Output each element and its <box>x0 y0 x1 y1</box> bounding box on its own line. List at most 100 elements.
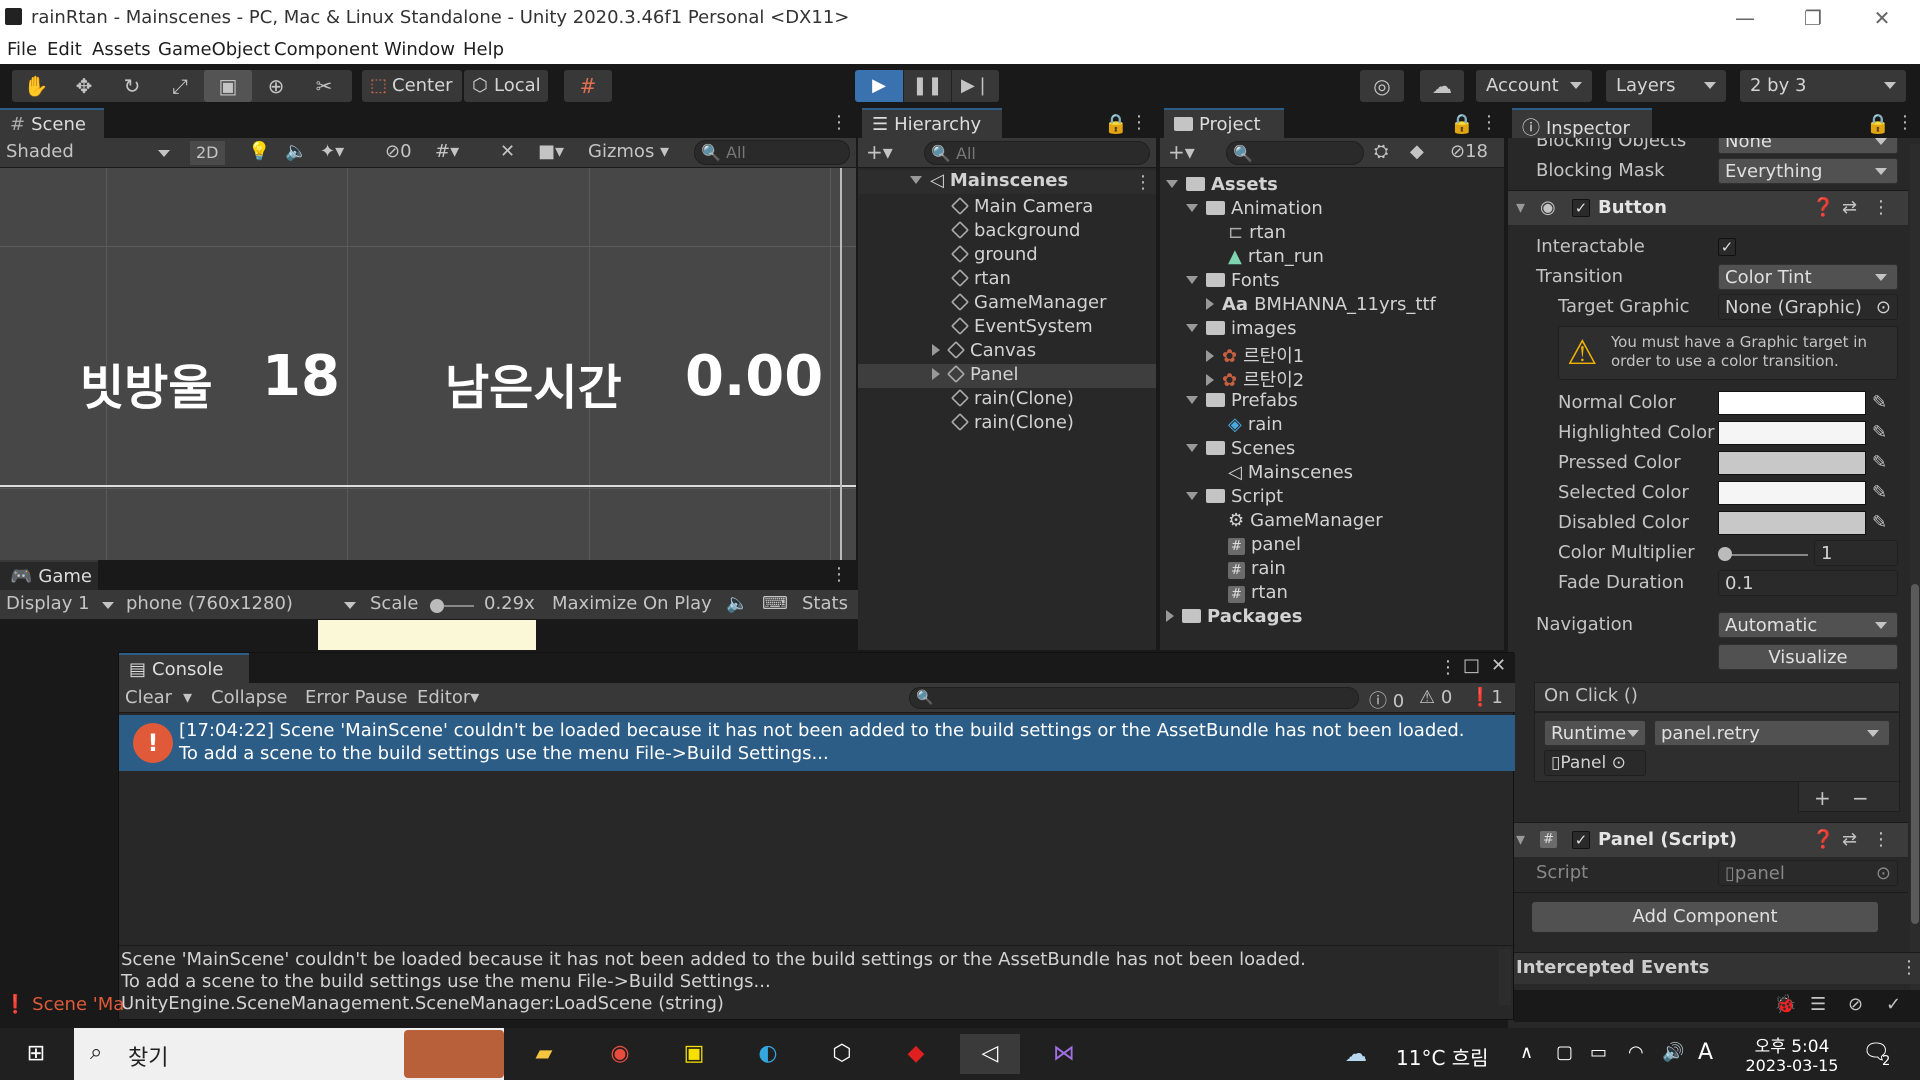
scene-row-menu-icon[interactable]: ⋮ <box>1134 172 1152 193</box>
check-icon[interactable]: ✓ <box>1886 994 1901 1015</box>
expand-arrow-icon[interactable] <box>1206 350 1214 362</box>
visualize-button[interactable]: Visualize <box>1718 644 1898 670</box>
wifi-icon[interactable]: ◠ <box>1628 1042 1644 1063</box>
grid-toggle-icon[interactable]: #▾ <box>435 141 459 162</box>
eyedropper-icon[interactable]: ✎ <box>1872 422 1887 443</box>
collapse-button[interactable]: Collapse <box>211 687 288 708</box>
highlighted-color-swatch[interactable] <box>1718 421 1866 445</box>
lock-icon[interactable]: 🔒 <box>1104 112 1128 135</box>
editor-dropdown[interactable]: Editor▾ <box>417 687 479 708</box>
play-button[interactable]: ▶ <box>855 70 903 102</box>
weather-text[interactable]: 11°C 흐림 <box>1396 1042 1489 1071</box>
list-item[interactable]: ◈ rain <box>1228 414 1283 435</box>
preset-icon[interactable]: ⇄ <box>1842 197 1857 218</box>
console-menu-icon[interactable]: ⋮ <box>1439 657 1457 678</box>
blocking-mask-dropdown[interactable]: Everything <box>1718 158 1898 184</box>
tab-console[interactable]: ▤ Console <box>119 653 249 683</box>
color-multiplier-input[interactable]: 1 <box>1814 540 1898 566</box>
list-item[interactable]: # rain <box>1228 558 1286 579</box>
project-menu-icon[interactable]: ⋮ <box>1480 112 1498 133</box>
error-pause-button[interactable]: Error Pause <box>305 687 408 708</box>
tab-hierarchy[interactable]: ☰ Hierarchy <box>862 108 1002 138</box>
folder-assets[interactable]: Assets <box>1166 174 1278 195</box>
pause-button[interactable]: ❚❚ <box>903 70 951 102</box>
gizmos-dropdown[interactable]: Gizmos ▾ <box>588 141 669 162</box>
color-multiplier-thumb[interactable] <box>1718 547 1732 561</box>
folder-scenes[interactable]: Scenes <box>1186 438 1295 459</box>
pressed-color-swatch[interactable] <box>1718 451 1866 475</box>
search-by-label-icon[interactable]: ◆ <box>1410 141 1424 162</box>
hidden-packages-icon[interactable]: ⊘18 <box>1450 141 1488 162</box>
inspector-scrollbar[interactable] <box>1910 144 1920 994</box>
unity-editor-icon[interactable]: ◁ <box>960 1034 1020 1074</box>
tools-icon[interactable]: ✕ <box>500 141 515 162</box>
panel-script-enabled-checkbox[interactable]: ✓ <box>1572 831 1590 849</box>
create-asset-icon[interactable]: +▾ <box>1168 140 1195 164</box>
audio-toggle-icon[interactable]: 🔈 <box>285 141 307 162</box>
list-item[interactable]: Aa BMHANNA_11yrs_ttf <box>1206 294 1436 315</box>
normal-color-swatch[interactable] <box>1718 391 1866 415</box>
taskbar-search[interactable]: ⌕ 찾기 <box>74 1028 504 1080</box>
folder-prefabs[interactable]: Prefabs <box>1186 390 1298 411</box>
tray-device-icon[interactable]: ▢ <box>1556 1042 1573 1063</box>
events-menu-icon[interactable]: ⋮ <box>1900 957 1918 978</box>
pivot-local-button[interactable]: ⬡ Local <box>464 70 548 102</box>
button-enabled-checkbox[interactable]: ✓ <box>1572 199 1590 217</box>
list-item[interactable]: # rtan <box>1228 582 1288 603</box>
scrollbar-thumb[interactable] <box>1911 584 1919 924</box>
console-entry-selected[interactable]: ! [17:04:22] Scene 'MainScene' couldn't … <box>119 715 1515 771</box>
move-tool-icon[interactable]: ✥ <box>60 70 108 102</box>
disabled-color-swatch[interactable] <box>1718 511 1866 535</box>
project-search-input[interactable]: 🔍 <box>1226 141 1364 165</box>
folder-packages[interactable]: Packages <box>1166 606 1302 627</box>
scene-menu-icon[interactable]: ⋮ <box>830 112 848 133</box>
preset-icon[interactable]: ⇄ <box>1842 829 1857 850</box>
custom-tool-icon[interactable]: ✂ <box>300 70 348 102</box>
scene-search-input[interactable]: 🔍 All <box>694 140 850 165</box>
expand-arrow-icon[interactable] <box>1206 298 1214 310</box>
list-item[interactable]: # panel <box>1228 534 1301 555</box>
scale-slider-thumb[interactable] <box>430 599 444 613</box>
ime-indicator[interactable]: A <box>1698 1040 1713 1065</box>
transform-tool-icon[interactable]: ⊕ <box>252 70 300 102</box>
hierarchy-scene-row[interactable]: ◁ Mainscenes ⋮ <box>858 170 1156 194</box>
list-item[interactable]: Panel <box>932 364 1019 385</box>
layers-dropdown[interactable]: Layers <box>1606 70 1726 102</box>
chrome-icon[interactable]: ◉ <box>590 1034 650 1074</box>
blocking-objects-dropdown[interactable]: None <box>1718 138 1898 154</box>
rotate-tool-icon[interactable]: ↻ <box>108 70 156 102</box>
lighting-toggle-icon[interactable]: 💡 <box>248 141 270 162</box>
component-menu-icon[interactable]: ⋮ <box>1872 197 1890 218</box>
resolution-dropdown[interactable]: phone (760x1280) <box>126 593 356 614</box>
component-menu-icon[interactable]: ⋮ <box>1872 829 1890 850</box>
file-explorer-icon[interactable]: ▰ <box>514 1034 574 1074</box>
hand-tool-icon[interactable]: ✋ <box>12 70 60 102</box>
eyedropper-icon[interactable]: ✎ <box>1872 452 1887 473</box>
inspector-menu-icon[interactable]: ⋮ <box>1896 112 1914 133</box>
visual-studio-icon[interactable]: ⋈ <box>1034 1034 1094 1074</box>
collapse-arrow-icon[interactable]: ▾ <box>1516 829 1525 850</box>
list-item[interactable]: ▲ rtan_run <box>1228 246 1324 267</box>
menu-edit[interactable]: Edit <box>47 39 82 60</box>
search-by-type-icon[interactable]: ⛭ <box>1374 141 1388 162</box>
menu-help[interactable]: Help <box>463 39 504 60</box>
debug-icon[interactable]: 🐞 <box>1774 994 1796 1015</box>
display-dropdown[interactable]: Display 1 <box>6 593 114 614</box>
list-item[interactable]: Main Camera <box>950 196 1093 217</box>
tab-inspector[interactable]: ⓘ Inspector <box>1512 108 1652 139</box>
help-icon[interactable]: ❓ <box>1812 197 1834 218</box>
effects-toggle-icon[interactable]: ✦▾ <box>320 141 344 162</box>
interactable-checkbox[interactable]: ✓ <box>1718 238 1736 256</box>
menu-assets[interactable]: Assets <box>92 39 151 60</box>
autogenerate-icon[interactable]: ⊘ <box>1848 994 1863 1015</box>
list-item[interactable]: background <box>950 220 1080 241</box>
expand-arrow-icon[interactable] <box>932 368 940 380</box>
menu-window[interactable]: Window <box>384 39 455 60</box>
game-menu-icon[interactable]: ⋮ <box>830 564 848 585</box>
maximize-on-play-button[interactable]: Maximize On Play <box>552 593 712 614</box>
layout-dropdown[interactable]: 2 by 3 <box>1740 70 1906 102</box>
account-dropdown[interactable]: Account <box>1476 70 1592 102</box>
cloud-icon[interactable]: ☁ <box>1420 70 1464 102</box>
folder-fonts[interactable]: Fonts <box>1186 270 1280 291</box>
scene-view[interactable]: 빗방울 18 남은시간 0.00 <box>0 168 856 560</box>
